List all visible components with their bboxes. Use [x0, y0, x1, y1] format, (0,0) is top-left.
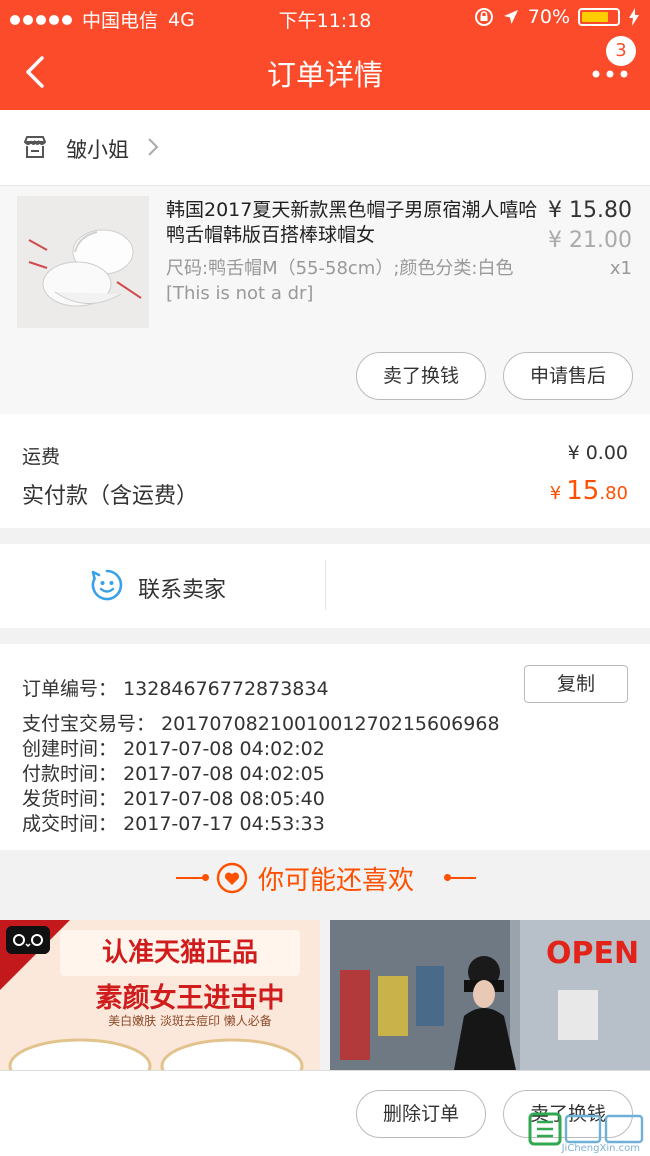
shipped-label: 发货时间：: [22, 788, 118, 810]
shipped-row: 发货时间： 2017-07-08 08:05:40: [22, 784, 325, 811]
created-time: 2017-07-08 04:02:02: [123, 738, 325, 760]
watermark-text: JiChengXin.com: [561, 1143, 640, 1154]
shipping-label: 运费: [22, 446, 61, 468]
contact-seller-label[interactable]: 联系卖家: [138, 572, 226, 604]
rotation-lock-icon: [474, 8, 493, 26]
done-time: 2017-07-17 04:53:33: [123, 813, 325, 835]
alipay-label: 支付宝交易号：: [22, 713, 156, 735]
product-jars-image: [8, 1038, 304, 1070]
payment-summary: 运费 ¥ 0.00 实付款（含运费） ¥ 15.80: [0, 414, 650, 528]
battery-icon: [578, 8, 620, 26]
location-arrow-icon: [503, 10, 518, 24]
recommend-title: 你可能还喜欢: [258, 866, 415, 896]
order-number-label: 订单编号：: [22, 678, 118, 700]
order-number: 13284676772873834: [123, 678, 329, 700]
shop-row[interactable]: 皱小姐: [0, 110, 650, 186]
paid-amount-value: ¥ 15.80: [550, 476, 628, 506]
bottom-action-bar: 删除订单 卖了换钱 JiChengXin.com: [0, 1070, 650, 1156]
product-quantity: x1: [609, 258, 632, 279]
paid-label: 付款时间：: [22, 763, 118, 785]
recommend-card[interactable]: OPEN: [330, 920, 650, 1070]
left-decoration-dot: [202, 874, 209, 881]
contact-seller-row: 联系卖家: [0, 544, 650, 628]
message-count-badge: 3: [606, 36, 636, 66]
top-bar: 中国电信 4G 下午11:18 70% 订单详情 3: [0, 0, 650, 110]
product-item: 韩国2017夏天新款黑色帽子男原宿潮人嘻哈鸭舌帽韩版百搭棒球帽女 尺码:鸭舌帽M…: [0, 186, 650, 414]
contact-seller-icon[interactable]: [90, 568, 124, 602]
order-number-row: 订单编号： 13284676772873834: [22, 674, 329, 701]
right-decoration: [446, 877, 476, 879]
promo-headline: 认准天猫正品: [60, 930, 300, 976]
page-title: 订单详情: [266, 58, 383, 92]
product-image[interactable]: [17, 196, 149, 328]
promo-tagline: 美白嫩肤 淡斑去痘印 懒人必备: [108, 1014, 272, 1028]
watermark-logo: [528, 1112, 644, 1146]
battery-percent: 70%: [527, 6, 570, 28]
delete-order-button[interactable]: 删除订单: [356, 1090, 486, 1138]
paid-amount-decimal: .80: [599, 483, 628, 504]
apply-after-sale-button[interactable]: 申请售后: [503, 352, 633, 400]
done-row: 成交时间： 2017-07-17 04:53:33: [22, 809, 325, 836]
open-sign: OPEN: [546, 936, 640, 971]
charging-bolt-icon: [629, 8, 639, 26]
product-spec: 尺码:鸭舌帽M（55-58cm）;颜色分类:白色[This is not a d…: [166, 258, 514, 304]
paid-time: 2017-07-08 04:02:05: [123, 763, 325, 785]
shipped-time: 2017-07-08 08:05:40: [123, 788, 325, 810]
recommend-card[interactable]: 认准天猫正品 素颜女王进击中 美白嫩肤 淡斑去痘印 懒人必备: [0, 920, 320, 1070]
product-original-price: ¥ 21.00: [548, 228, 632, 253]
product-title[interactable]: 韩国2017夏天新款黑色帽子男原宿潮人嘻哈鸭舌帽韩版百搭棒球帽女: [166, 198, 538, 248]
product-price: ¥ 15.80: [548, 198, 632, 223]
created-label: 创建时间：: [22, 738, 118, 760]
divider: [325, 560, 326, 610]
paid-amount-label: 实付款（含运费）: [22, 484, 199, 509]
copy-button[interactable]: 复制: [524, 665, 628, 703]
status-bar: 中国电信 4G 下午11:18 70%: [0, 0, 650, 36]
paid-amount-integer: 15: [566, 476, 600, 506]
alipay-number: 20170708210010012702156069​68: [161, 713, 500, 735]
currency-symbol: ¥: [549, 483, 562, 504]
alipay-row: 支付宝交易号： 20170708210010012702156069​68: [22, 709, 500, 736]
tmall-cat-icon: [6, 926, 50, 954]
order-detail-screen: 中国电信 4G 下午11:18 70% 订单详情 3 皱小姐 韩国2017夏天新…: [0, 0, 650, 1156]
shop-name[interactable]: 皱小姐: [66, 134, 129, 164]
sell-for-cash-button[interactable]: 卖了换钱: [356, 352, 486, 400]
paid-row: 付款时间： 2017-07-08 04:02:05: [22, 759, 325, 786]
order-info: 订单编号： 13284676772873834 复制 支付宝交易号： 20170…: [0, 644, 650, 850]
recommend-header: 你可能还喜欢: [0, 850, 650, 920]
done-label: 成交时间：: [22, 813, 118, 835]
promo-subline: 素颜女王进击中: [95, 983, 285, 1014]
created-row: 创建时间： 2017-07-08 04:02:02: [22, 734, 325, 761]
store-icon: [24, 136, 46, 158]
shipping-value: ¥ 0.00: [567, 442, 628, 464]
heart-icon: [216, 862, 248, 894]
chevron-right-icon: [148, 138, 159, 156]
